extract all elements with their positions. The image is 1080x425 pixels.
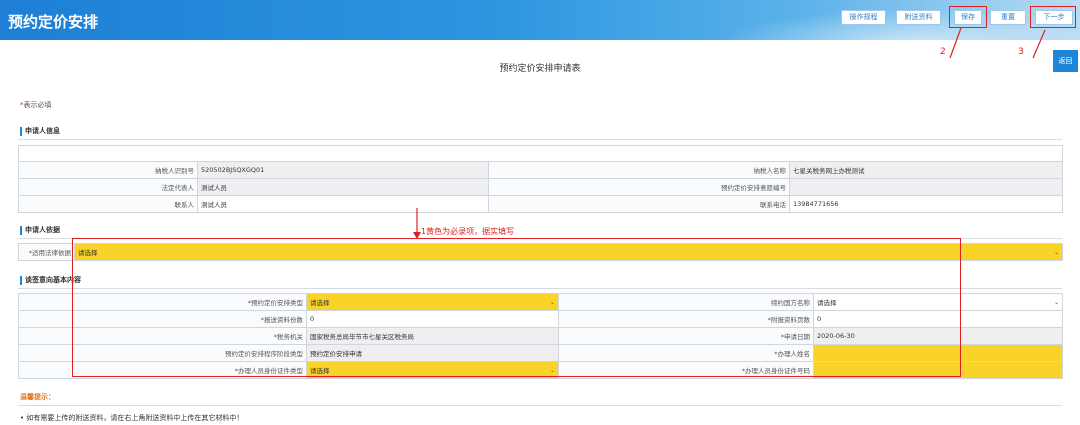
- apa-code-label: 预约定价安排意愿编号: [488, 178, 790, 196]
- table-row: [18, 145, 1063, 162]
- empty-header-cell: [18, 145, 1063, 162]
- contact-label: 联系人: [18, 195, 198, 213]
- taxpayer-id-value: 520502BJSQXGQ01: [197, 161, 489, 179]
- required-note: *表示必填: [20, 100, 52, 110]
- table-row: 纳税人识别号 520502BJSQXGQ01 纳税人名称 七星关税务网上办税测试: [18, 161, 1063, 179]
- app-title: 预约定价安排: [8, 13, 99, 31]
- form-title: 预约定价安排申请表: [499, 64, 581, 74]
- law-basis-label-text: *适用法律依据: [28, 249, 71, 257]
- apa-code-value: [789, 178, 1063, 196]
- required-fields-highlight-box: [72, 238, 961, 377]
- law-basis-label: *适用法律依据: [18, 243, 75, 261]
- legal-rep-value: 测试人员: [197, 178, 489, 196]
- chevron-down-icon: ⌄: [1053, 248, 1059, 256]
- attachment-button[interactable]: 附送资料: [896, 10, 941, 25]
- tips-line: • 如有需要上传的附送资料，请在右上角附送资料中上传在其它材料中！: [20, 414, 244, 422]
- section-applicant-basis: 申请人依据: [20, 226, 60, 235]
- table-row: 联系人 测试人员 联系电话 13984771656: [18, 195, 1063, 213]
- required-note-text: 表示必填: [23, 101, 52, 109]
- annotation-arrows: [949, 27, 1046, 59]
- reset-button[interactable]: 重置: [990, 10, 1026, 25]
- phone-value: 13984771656: [789, 195, 1063, 213]
- next-arrow: [1032, 29, 1046, 59]
- section-divider: [18, 139, 1062, 140]
- tips-divider: [18, 405, 1062, 406]
- chevron-down-icon: ⌄: [1053, 298, 1059, 306]
- taxpayer-id-label: 纳税人识别号: [18, 161, 198, 179]
- applicant-info-table: 纳税人识别号 520502BJSQXGQ01 纳税人名称 七星关税务网上办税测试…: [18, 145, 1063, 213]
- contact-value: 测试人员: [197, 195, 489, 213]
- next-annotation-number: 3: [1018, 47, 1024, 57]
- legal-rep-label: 法定代表人: [18, 178, 198, 196]
- taxpayer-name-value: 七星关税务网上办税测试: [789, 161, 1063, 179]
- phone-label: 联系电话: [488, 195, 790, 213]
- taxpayer-name-label: 纳税人名称: [488, 161, 790, 179]
- operation-guide-button[interactable]: 操作规程: [841, 10, 886, 25]
- section-applicant-info: 申请人信息: [20, 127, 60, 136]
- save-arrow: [949, 27, 962, 59]
- save-annotation-number: 2: [940, 47, 946, 57]
- table-row: 法定代表人 测试人员 预约定价安排意愿编号: [18, 178, 1063, 196]
- required-annotation-text: 1黄色为必录项，据实填写: [421, 227, 515, 236]
- tips-title: 温馨提示：: [20, 393, 55, 401]
